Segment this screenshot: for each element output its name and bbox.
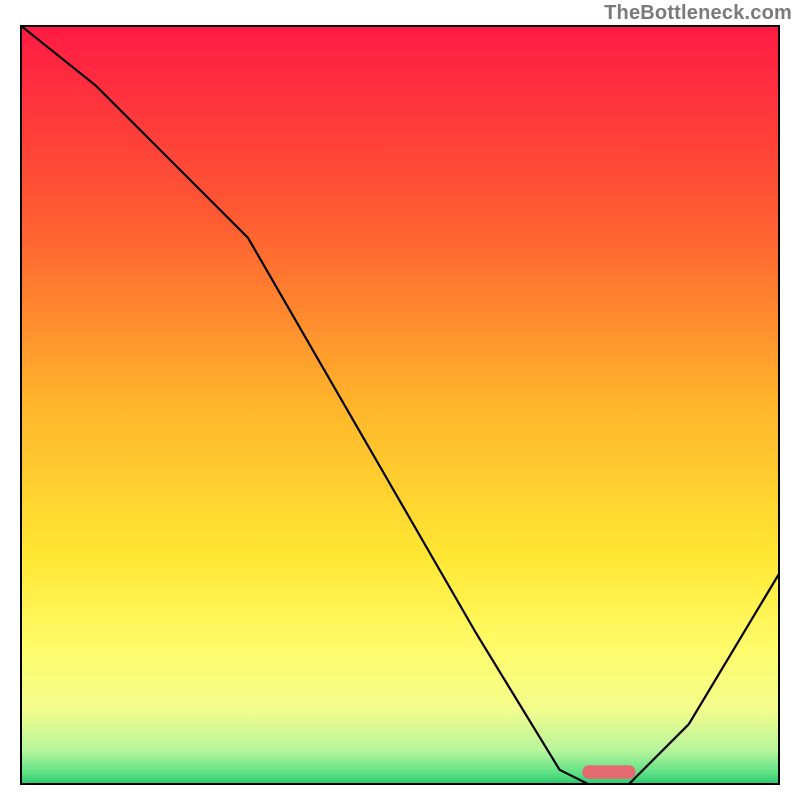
- chart-background: [20, 25, 780, 785]
- watermark-text: TheBottleneck.com: [604, 2, 792, 25]
- chart-container: [20, 25, 780, 785]
- bottleneck-chart-svg: [20, 25, 780, 785]
- optimal-range-marker: [582, 765, 635, 779]
